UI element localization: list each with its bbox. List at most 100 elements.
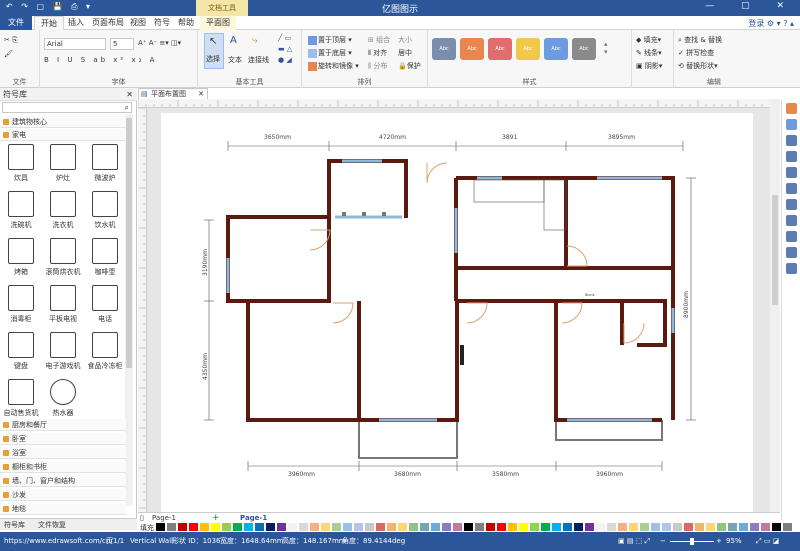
settings-icon[interactable]: ⚙ ▾ ? ▴ <box>767 19 794 28</box>
color-swatch[interactable] <box>783 523 792 531</box>
send-back-button[interactable]: 置于底层 ▾ <box>308 48 352 58</box>
format-icon[interactable] <box>786 103 797 114</box>
color-swatch[interactable] <box>310 523 319 531</box>
color-swatch[interactable] <box>156 523 165 531</box>
protect-button[interactable]: 🔒保护 <box>398 61 421 71</box>
color-swatch[interactable] <box>266 523 275 531</box>
style-swatch[interactable]: Abc <box>432 38 456 60</box>
color-swatch[interactable] <box>442 523 451 531</box>
change-shape-button[interactable]: ⟲ 替换形状▾ <box>678 61 718 71</box>
window-controls[interactable]: — ▢ ✕ <box>705 1 796 11</box>
zoom-out-icon[interactable]: − <box>660 532 666 551</box>
symbol-item[interactable]: 消毒柜 <box>0 283 42 327</box>
distribute-button[interactable]: ⫼ 分布 <box>368 61 387 71</box>
color-swatch[interactable] <box>365 523 374 531</box>
comments-icon[interactable] <box>786 247 797 258</box>
image-icon[interactable] <box>786 135 797 146</box>
category-bedroom[interactable]: 卧室 <box>0 433 126 445</box>
color-swatch[interactable] <box>662 523 671 531</box>
color-swatch[interactable] <box>541 523 550 531</box>
color-swatch[interactable] <box>299 523 308 531</box>
color-swatch[interactable] <box>563 523 572 531</box>
color-swatch[interactable] <box>717 523 726 531</box>
format-painter-icon[interactable]: 🖌 <box>4 50 13 58</box>
category-walls-doors-windows[interactable]: 墙、门、窗户和结构 <box>0 475 126 487</box>
connector-label[interactable]: 连接线 <box>248 55 269 65</box>
color-swatch[interactable] <box>255 523 264 531</box>
color-swatch[interactable] <box>211 523 220 531</box>
color-swatch[interactable] <box>233 523 242 531</box>
color-swatch[interactable] <box>431 523 440 531</box>
close-icon[interactable]: ✕ <box>126 88 133 101</box>
font-size-select[interactable]: 5 <box>110 38 134 50</box>
zoom-in-icon[interactable]: + <box>716 532 722 551</box>
color-swatch[interactable] <box>508 523 517 531</box>
color-swatch[interactable] <box>398 523 407 531</box>
attachment-icon[interactable] <box>786 215 797 226</box>
category-cabinets[interactable]: 橱柜和书柜 <box>0 461 126 473</box>
color-swatch[interactable] <box>607 523 616 531</box>
color-swatch[interactable] <box>695 523 704 531</box>
color-swatch[interactable] <box>552 523 561 531</box>
color-swatch[interactable] <box>387 523 396 531</box>
symbol-item[interactable]: 洗碗机 <box>0 189 42 233</box>
page-tab[interactable]: Page-1 <box>240 514 267 522</box>
help-icon[interactable] <box>786 263 797 274</box>
category-bathroom[interactable]: 浴室 <box>0 447 126 459</box>
category-kitchen-dining[interactable]: 厨房和餐厅 <box>0 419 126 431</box>
connector-icon[interactable]: ⤷ <box>252 35 258 46</box>
shape-tools-icon[interactable]: ╱ ▭ ▬ △ ● ◢ <box>278 33 292 66</box>
color-swatch[interactable] <box>178 523 187 531</box>
symbol-item[interactable]: 微波炉 <box>84 142 126 186</box>
category-carpet[interactable]: 地毯 <box>0 503 126 515</box>
color-swatch[interactable] <box>277 523 286 531</box>
font-style-buttons[interactable]: B I U S ab x² x₂ A <box>44 56 157 64</box>
tab-home[interactable]: 开始 <box>34 16 64 30</box>
color-swatch[interactable] <box>475 523 484 531</box>
select-tool-button[interactable]: ↖ 选择 <box>204 33 224 69</box>
line-button[interactable]: ✎ 线条▾ <box>636 48 662 58</box>
fill-button[interactable]: ◆ 填充▾ <box>636 35 661 45</box>
symbol-item[interactable]: 炊具 <box>0 142 42 186</box>
symbol-item[interactable]: 烤箱 <box>0 236 42 280</box>
text-tool-icon[interactable]: A <box>230 35 237 46</box>
properties-icon[interactable] <box>786 167 797 178</box>
tab-file-recovery[interactable]: 文件恢复 <box>38 520 66 530</box>
center-button[interactable]: 居中 <box>398 48 412 58</box>
symbol-item[interactable]: 咖啡壶 <box>84 236 126 280</box>
color-swatch[interactable] <box>618 523 627 531</box>
color-swatch[interactable] <box>706 523 715 531</box>
style-swatch[interactable]: Abc <box>488 38 512 60</box>
symbol-item[interactable]: 电子游戏机 <box>42 330 84 374</box>
document-tab[interactable]: ▤ 平面布置图 ✕ <box>138 88 208 99</box>
fit-page-icon[interactable]: ⤢ ▭ ◪ <box>756 532 779 551</box>
color-swatch[interactable] <box>728 523 737 531</box>
search-icon[interactable]: ⌕ <box>125 103 129 113</box>
color-swatch[interactable] <box>354 523 363 531</box>
bring-front-button[interactable]: 置于顶层 ▾ <box>308 35 352 45</box>
canvas-scrollbar[interactable] <box>770 99 780 512</box>
layers-icon[interactable] <box>786 183 797 194</box>
color-swatch[interactable] <box>497 523 506 531</box>
scroll-thumb[interactable] <box>126 118 132 368</box>
style-swatch[interactable]: Abc <box>516 38 540 60</box>
floor-plan[interactable]: 3650mm 4720mm 3891 3895mm 3960mm 3680mm … <box>147 108 770 512</box>
color-swatch[interactable] <box>596 523 605 531</box>
color-swatch[interactable] <box>684 523 693 531</box>
symbol-item[interactable]: 热水器 <box>42 377 84 421</box>
color-swatch[interactable] <box>519 523 528 531</box>
find-replace-button[interactable]: ⌕ 查找 & 替换 <box>678 35 722 45</box>
rotate-mirror-button[interactable]: 旋转和镜像 ▾ <box>308 61 359 71</box>
color-swatch[interactable] <box>750 523 759 531</box>
tab-floor-plan[interactable]: 平面图 <box>200 16 236 30</box>
color-swatch[interactable] <box>772 523 781 531</box>
color-swatch[interactable] <box>321 523 330 531</box>
symbol-item[interactable]: 键盘 <box>0 330 42 374</box>
color-swatch[interactable] <box>200 523 209 531</box>
color-swatch[interactable] <box>332 523 341 531</box>
category-sofa[interactable]: 沙发 <box>0 489 126 501</box>
style-swatch[interactable]: Abc <box>544 38 568 60</box>
color-swatch[interactable] <box>222 523 231 531</box>
spell-check-button[interactable]: ✓ 拼写检查 <box>678 48 714 58</box>
color-swatch[interactable] <box>343 523 352 531</box>
